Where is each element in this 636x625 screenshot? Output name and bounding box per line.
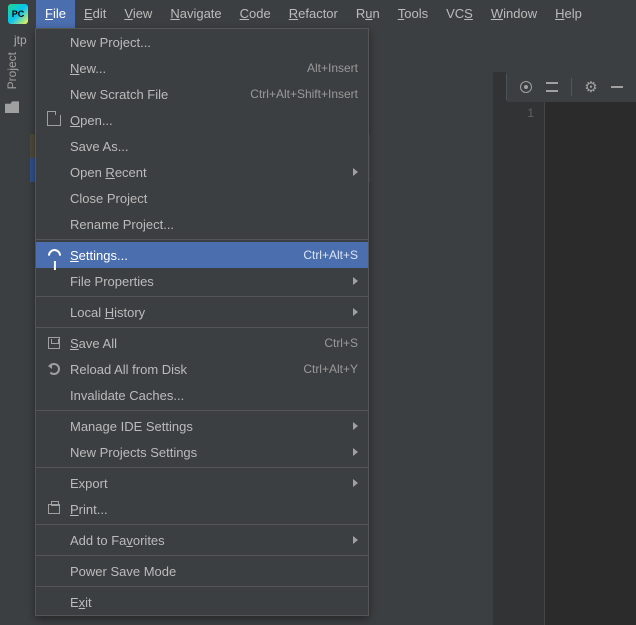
menu-separator — [36, 239, 368, 240]
menu-item-label: New... — [70, 61, 307, 76]
chevron-right-icon — [353, 277, 358, 285]
chevron-right-icon — [353, 308, 358, 316]
wrench-icon — [46, 247, 62, 263]
menu-item-open-recent[interactable]: Open Recent — [36, 159, 368, 185]
menu-run[interactable]: Run — [347, 0, 389, 28]
menu-item-label: New Scratch File — [70, 87, 250, 102]
menu-item-label: Exit — [70, 595, 358, 610]
menu-item-invalidate-caches[interactable]: Invalidate Caches... — [36, 382, 368, 408]
menu-item-label: Export — [70, 476, 358, 491]
menu-item-new-scratch-file[interactable]: New Scratch FileCtrl+Alt+Shift+Insert — [36, 81, 368, 107]
menu-item-open[interactable]: Open... — [36, 107, 368, 133]
shortcut-text: Ctrl+Alt+Shift+Insert — [250, 87, 358, 101]
menu-item-new-project[interactable]: New Project... — [36, 29, 368, 55]
select-opened-file-button[interactable] — [515, 76, 537, 98]
stack-icon — [546, 82, 558, 92]
menu-item-label: Save All — [70, 336, 324, 351]
save-icon — [46, 335, 62, 351]
menu-item-label: Open... — [70, 113, 358, 128]
menu-item-label: File Properties — [70, 274, 358, 289]
shortcut-text: Ctrl+S — [324, 336, 358, 350]
menu-item-add-to-favorites[interactable]: Add to Favorites — [36, 527, 368, 553]
menu-item-local-history[interactable]: Local History — [36, 299, 368, 325]
menu-item-label: Close Project — [70, 191, 358, 206]
tool-window-stripe: Project — [0, 52, 24, 172]
menu-item-label: Manage IDE Settings — [70, 419, 358, 434]
menu-separator — [36, 410, 368, 411]
menu-item-label: Settings... — [70, 248, 303, 263]
project-toolbar: ⚙ — [507, 72, 636, 102]
menu-item-label: Invalidate Caches... — [70, 388, 358, 403]
editor-gutter: 1 — [493, 100, 545, 625]
shortcut-text: Ctrl+Alt+Y — [303, 362, 358, 376]
menu-code[interactable]: Code — [231, 0, 280, 28]
menu-item-file-properties[interactable]: File Properties — [36, 268, 368, 294]
minimize-icon — [611, 86, 623, 88]
menu-item-label: Reload All from Disk — [70, 362, 303, 377]
menu-item-label: New Project... — [70, 35, 358, 50]
menu-window[interactable]: Window — [482, 0, 546, 28]
pycharm-logo-icon: PC — [8, 4, 28, 24]
reload-icon — [46, 361, 62, 377]
menu-item-print[interactable]: Print... — [36, 496, 368, 522]
menu-refactor[interactable]: Refactor — [280, 0, 347, 28]
settings-button[interactable]: ⚙ — [580, 76, 602, 98]
menu-item-reload-all-from-disk[interactable]: Reload All from DiskCtrl+Alt+Y — [36, 356, 368, 382]
hide-button[interactable] — [606, 76, 628, 98]
separator — [571, 78, 572, 96]
menu-navigate[interactable]: Navigate — [161, 0, 230, 28]
menu-separator — [36, 296, 368, 297]
menu-item-label: Add to Favorites — [70, 533, 358, 548]
menu-file[interactable]: File — [36, 0, 75, 28]
menu-item-rename-project[interactable]: Rename Project... — [36, 211, 368, 237]
menu-item-export[interactable]: Export — [36, 470, 368, 496]
chevron-right-icon — [353, 448, 358, 456]
folder-icon — [46, 112, 62, 128]
menu-item-new-projects-settings[interactable]: New Projects Settings — [36, 439, 368, 465]
chevron-right-icon — [353, 422, 358, 430]
menu-separator — [36, 467, 368, 468]
menu-edit[interactable]: Edit — [75, 0, 115, 28]
menu-view[interactable]: View — [115, 0, 161, 28]
shortcut-text: Alt+Insert — [307, 61, 358, 75]
menu-item-label: Print... — [70, 502, 358, 517]
menu-item-exit[interactable]: Exit — [36, 589, 368, 615]
shortcut-text: Ctrl+Alt+S — [303, 248, 358, 262]
menu-item-label: New Projects Settings — [70, 445, 358, 460]
editor-area: main.py × 1 — [493, 72, 636, 625]
menu-item-save-all[interactable]: Save AllCtrl+S — [36, 330, 368, 356]
menu-item-label: Local History — [70, 305, 358, 320]
menu-item-manage-ide-settings[interactable]: Manage IDE Settings — [36, 413, 368, 439]
menu-separator — [36, 327, 368, 328]
menu-help[interactable]: Help — [546, 0, 591, 28]
menu-item-label: Power Save Mode — [70, 564, 358, 579]
menu-item-label: Rename Project... — [70, 217, 358, 232]
menu-item-label: Save As... — [70, 139, 358, 154]
folder-icon — [5, 101, 19, 113]
menu-item-power-save-mode[interactable]: Power Save Mode — [36, 558, 368, 584]
menu-separator — [36, 524, 368, 525]
menu-item-settings[interactable]: Settings...Ctrl+Alt+S — [36, 242, 368, 268]
chevron-right-icon — [353, 168, 358, 176]
menu-item-save-as[interactable]: Save As... — [36, 133, 368, 159]
code-editor[interactable] — [545, 100, 636, 625]
menu-item-label: Open Recent — [70, 165, 358, 180]
file-menu-dropdown: New Project...New...Alt+InsertNew Scratc… — [35, 28, 369, 616]
menu-separator — [36, 555, 368, 556]
menubar: PC FileEditViewNavigateCodeRefactorRunTo… — [0, 0, 636, 28]
expand-all-button[interactable] — [541, 76, 563, 98]
menu-tools[interactable]: Tools — [389, 0, 437, 28]
gear-icon: ⚙ — [584, 80, 597, 95]
project-tool-window-tab[interactable]: Project — [5, 52, 19, 95]
menu-vcs[interactable]: VCS — [437, 0, 482, 28]
menu-item-new[interactable]: New...Alt+Insert — [36, 55, 368, 81]
target-icon — [520, 81, 532, 93]
project-name[interactable]: jtp — [14, 33, 27, 47]
menu-separator — [36, 586, 368, 587]
line-number: 1 — [493, 106, 534, 120]
chevron-right-icon — [353, 479, 358, 487]
menu-item-close-project[interactable]: Close Project — [36, 185, 368, 211]
chevron-right-icon — [353, 536, 358, 544]
print-icon — [46, 501, 62, 517]
